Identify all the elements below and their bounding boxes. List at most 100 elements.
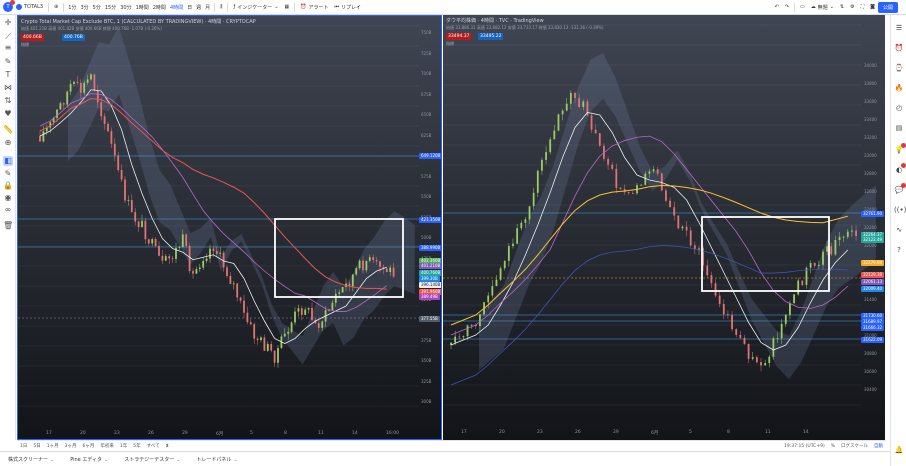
percent-toggle[interactable]: % xyxy=(828,444,838,449)
chart-canvas-right[interactable] xyxy=(443,15,885,440)
watchlist-icon[interactable]: ☰ xyxy=(894,23,904,33)
time-tick: 20 xyxy=(80,431,86,436)
candle-body xyxy=(565,103,568,111)
bottom-tab-0[interactable]: 株式スクリーナー ⌄ xyxy=(0,456,62,463)
interval-4[interactable]: 30分 xyxy=(118,0,133,15)
interval-5[interactable]: 1時間 xyxy=(134,0,151,15)
interval-0[interactable]: 1分 xyxy=(66,0,78,15)
hotlist-icon[interactable]: 🔥 xyxy=(894,83,904,93)
settings-button[interactable]: ⚙ xyxy=(847,0,857,15)
user-avatar[interactable]: T xyxy=(3,0,15,12)
range-button-1[interactable]: 5日 xyxy=(30,443,43,449)
compare-button[interactable]: ⊕ xyxy=(51,0,61,15)
trash-icon[interactable]: 🗑 xyxy=(3,221,13,231)
range-button-6[interactable]: 1年 xyxy=(117,443,130,449)
interval-10[interactable]: 月 xyxy=(203,0,212,15)
save-layout-button[interactable]: ☁ 無題 ⌄ xyxy=(808,0,837,15)
price-level-label: 31666.32 xyxy=(861,325,885,331)
chat-icon[interactable]: 💬 xyxy=(894,183,906,195)
ideas-icon[interactable]: 💡 xyxy=(894,143,906,155)
interval-1[interactable]: 3分 xyxy=(78,0,90,15)
forecast-icon[interactable]: ⇅ xyxy=(3,96,13,106)
buy-price-box[interactable]: 33495.22 xyxy=(478,33,504,40)
interval-6[interactable]: 2時間 xyxy=(151,0,168,15)
news-icon[interactable]: ▤ xyxy=(894,123,904,133)
interval-8[interactable]: 日 xyxy=(185,0,194,15)
text-icon[interactable]: T xyxy=(3,70,13,80)
zoom-icon[interactable]: ⊕ xyxy=(3,138,13,148)
calendar-icon[interactable]: ⧗ xyxy=(163,443,172,449)
chart-type-button[interactable]: ⫼ xyxy=(217,0,225,15)
sync-button[interactable]: ⇅ xyxy=(837,0,847,15)
range-button-3[interactable]: 3ヶ月 xyxy=(62,443,80,449)
pattern-icon[interactable]: ⋈ xyxy=(3,83,13,93)
magnet-icon[interactable]: ◧ xyxy=(3,156,13,166)
alert-button[interactable]: ⏰ アラート xyxy=(297,0,331,15)
bottom-tab-2[interactable]: ストラテジーテスター ⌄ xyxy=(116,456,188,463)
interval-9[interactable]: 週 xyxy=(194,0,203,15)
data-window-icon[interactable]: ⌚ xyxy=(894,63,904,73)
trendline-icon[interactable]: ⟋ xyxy=(3,32,13,42)
log-scale-toggle[interactable]: ログスケール xyxy=(838,443,871,449)
indicator-legend[interactable]: 指標 xyxy=(446,41,454,47)
sell-price-box[interactable]: 400.66B xyxy=(21,34,44,41)
candle-body xyxy=(801,280,804,285)
candle-body xyxy=(392,267,395,277)
layout-select-button[interactable]: ▭ xyxy=(797,0,808,15)
notifications-icon[interactable]: 🔔 xyxy=(894,445,904,455)
bottom-tab-3[interactable]: トレードパネル ⌄ xyxy=(188,456,245,463)
broadcast-icon[interactable]: ((•)) xyxy=(894,205,906,215)
alert-label: アラート xyxy=(308,4,329,11)
candle-body xyxy=(727,314,729,316)
range-button-0[interactable]: 1日 xyxy=(17,443,30,449)
camera-icon: ◙ xyxy=(870,4,875,10)
range-button-7[interactable]: 5年 xyxy=(130,443,143,449)
range-button-2[interactable]: 1ヶ月 xyxy=(44,443,62,449)
interval-2[interactable]: 5分 xyxy=(91,0,103,15)
indicators-button[interactable]: ƒ インジケーター ⌄ xyxy=(230,0,281,15)
crosshair-icon[interactable]: ✛ xyxy=(3,18,13,28)
fullscreen-button[interactable]: ⛶ xyxy=(858,0,868,15)
publish-button[interactable]: 公開 xyxy=(877,1,898,13)
indicator-legend[interactable]: 指標 xyxy=(21,42,29,48)
range-button-4[interactable]: 6ヶ月 xyxy=(80,443,98,449)
range-button-5[interactable]: 年初来 xyxy=(97,443,117,449)
clock-display[interactable]: 19:37:15 (UTC+9) xyxy=(781,444,828,449)
auto-scale-toggle[interactable]: 自動 xyxy=(871,443,886,449)
candle-body xyxy=(273,350,276,363)
replay-button[interactable]: ⏮ リプレイ xyxy=(331,0,364,15)
moving-average-line[interactable] xyxy=(39,97,387,290)
eye-icon[interactable]: ◉ xyxy=(3,193,13,203)
bottom-tab-1[interactable]: Pine エディタ ⌄ xyxy=(62,456,116,463)
snapshot-button[interactable]: ◙ xyxy=(867,0,878,15)
layout-button[interactable]: ▦ xyxy=(281,0,292,15)
ruler-icon[interactable]: 📏 xyxy=(3,125,13,135)
streams-icon[interactable]: ◐ xyxy=(894,163,906,175)
help-icon[interactable]: ? xyxy=(894,245,904,255)
link-icon[interactable]: ∞ xyxy=(3,205,13,215)
price-tick: 30400 xyxy=(864,387,877,392)
buy-price-box[interactable]: 400.76B xyxy=(62,34,85,41)
lock-icon[interactable]: 🔒 xyxy=(3,181,13,191)
horizontal-line-icon[interactable]: ≡ xyxy=(3,43,13,53)
calendar-icon[interactable]: ◴ xyxy=(894,103,904,113)
brush-icon[interactable]: ✎ xyxy=(3,57,13,67)
redo-button[interactable]: ↷ xyxy=(782,0,792,15)
symbol-search[interactable]: TOTAL3 xyxy=(13,0,46,15)
time-tick: 16:00 xyxy=(386,431,399,436)
range-button-8[interactable]: すべて xyxy=(144,443,163,449)
stay-drawing-icon[interactable]: ✎ xyxy=(3,169,13,179)
chart-pane-right[interactable]: ダウ平均株価 · 4時間 · TVC · TradingView 始値 33,8… xyxy=(443,15,885,440)
chart-canvas-left[interactable] xyxy=(18,16,442,440)
emoji-icon[interactable]: ♥ xyxy=(3,109,13,119)
redo-icon: ↷ xyxy=(784,4,789,10)
alerts-icon[interactable]: ⏰ xyxy=(894,43,904,53)
candle-body xyxy=(545,152,547,160)
pulse-icon[interactable]: ∿ xyxy=(894,225,904,235)
undo-button[interactable]: ↶ xyxy=(772,0,782,15)
candle-body xyxy=(747,343,750,359)
chart-pane-left[interactable]: Crypto Total Market Cap Exclude BTC, 1 (… xyxy=(17,15,442,440)
sell-price-box[interactable]: 33494.37 xyxy=(446,33,472,40)
interval-3[interactable]: 15分 xyxy=(103,0,118,15)
interval-7[interactable]: 4時間 xyxy=(168,0,185,15)
